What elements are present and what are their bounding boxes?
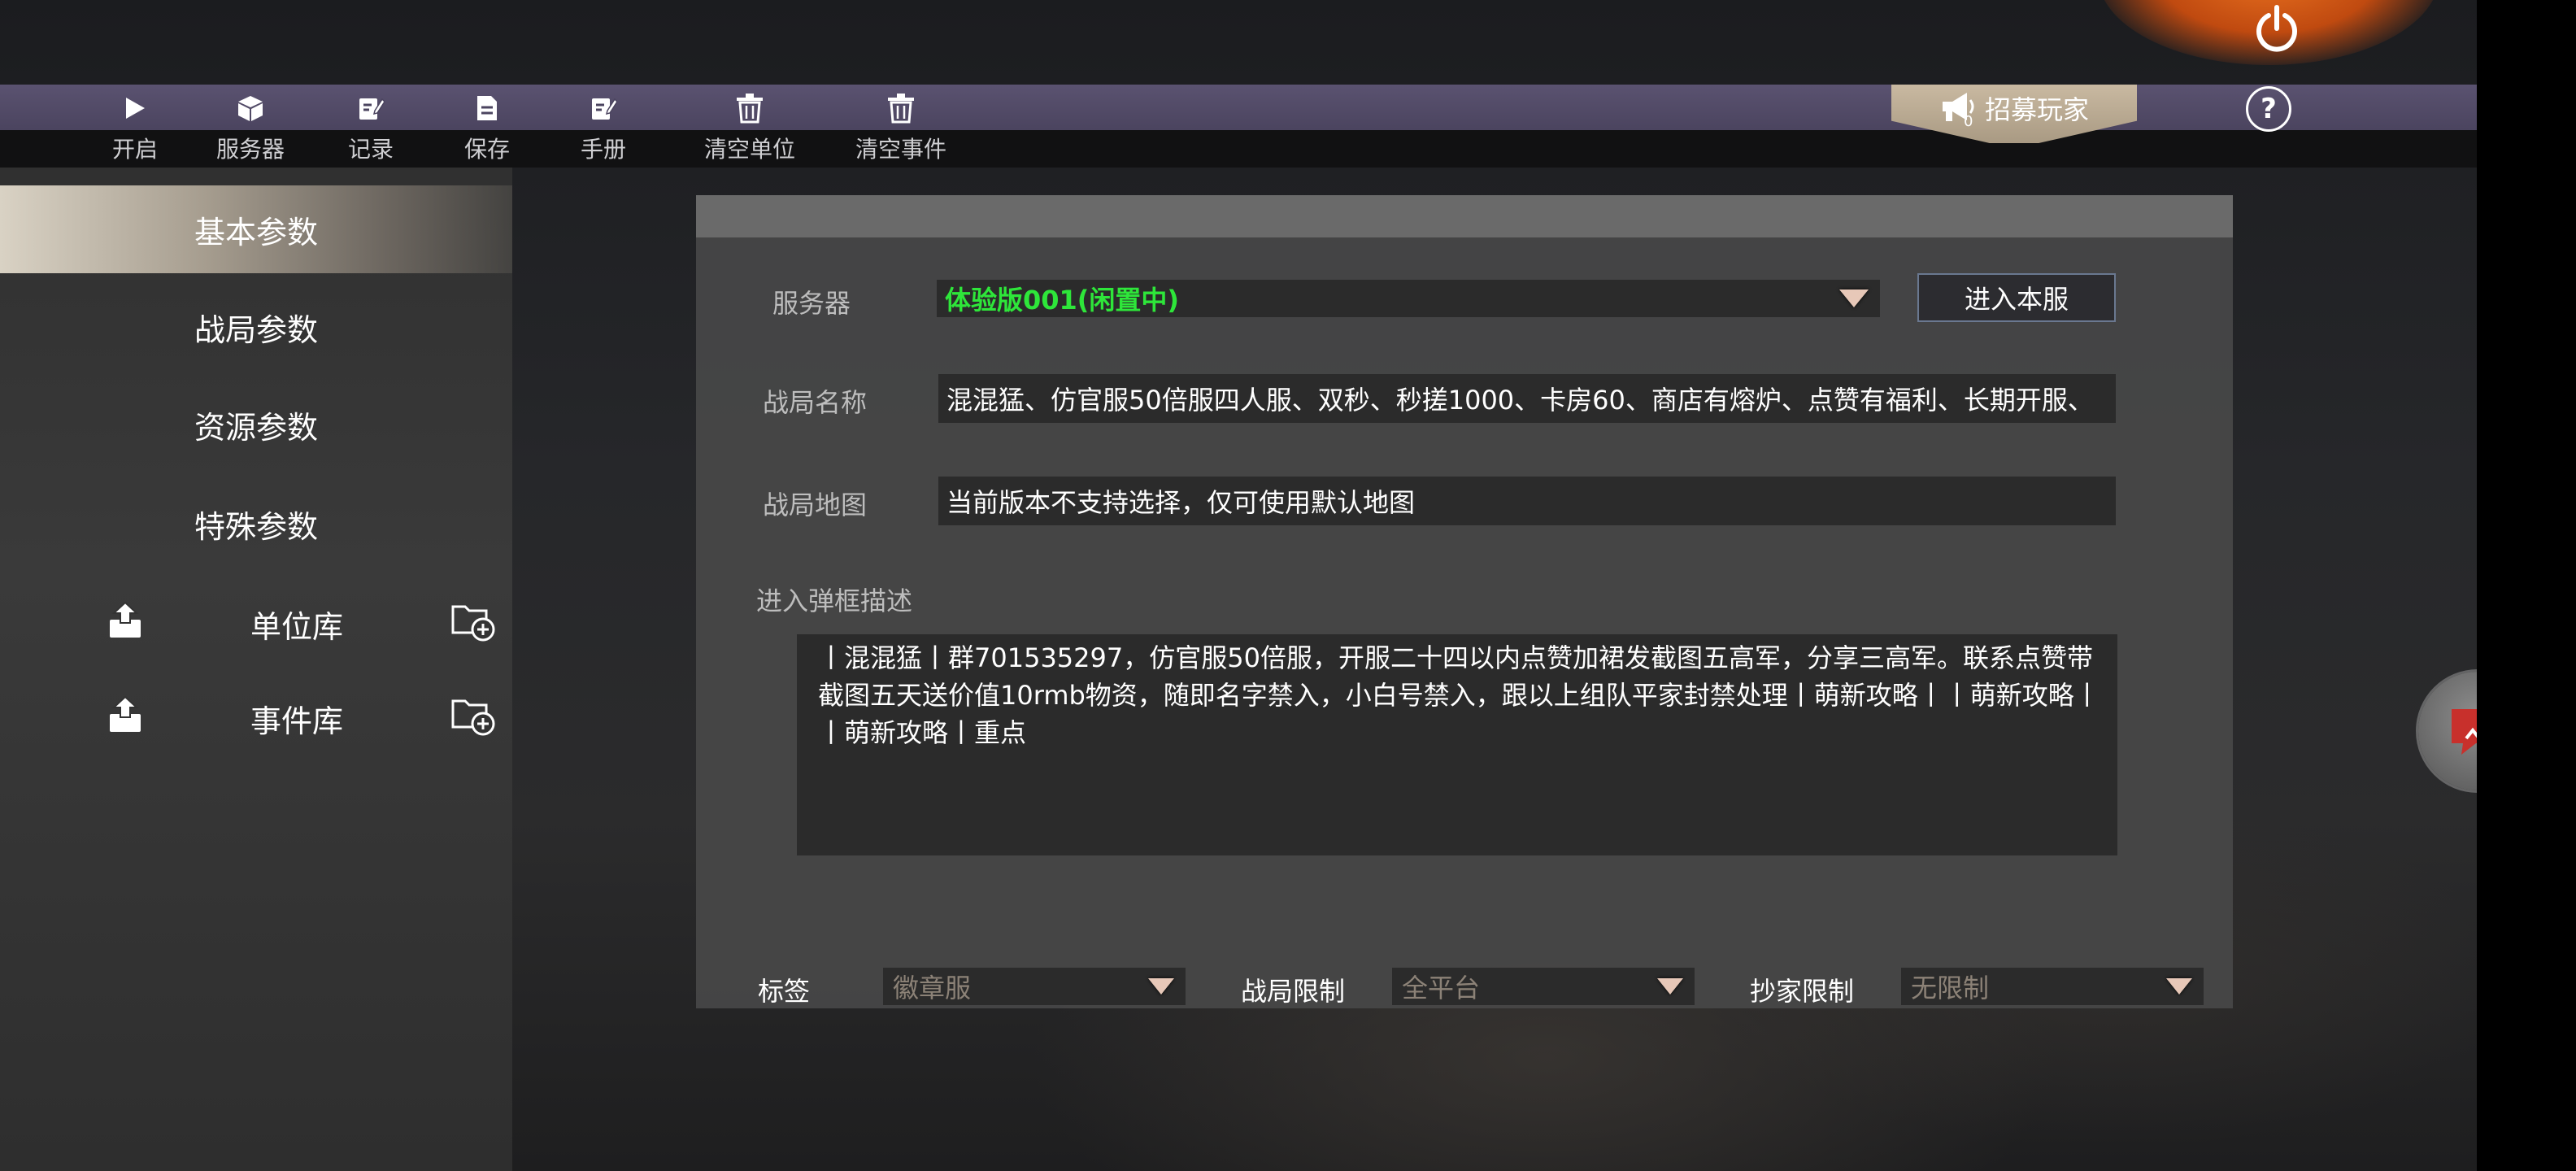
help-icon: ?: [2261, 93, 2277, 125]
popup-desc-label: 进入弹框描述: [756, 586, 913, 616]
chevron-down-icon: [2166, 978, 2192, 995]
popup-desc-textarea[interactable]: 丨混混猛丨群701535297，仿官服50倍服，开服二十四以内点赞加裙发截图五高…: [797, 634, 2117, 855]
game-screen: 开启 服务器 记录 保存 手册 清空单位 清空事件 0 招募玩家 ? 基本参数 …: [0, 0, 2576, 1171]
sidebar-item-label: 战局参数: [194, 311, 318, 348]
document-icon: [475, 89, 499, 127]
enter-server-label: 进入本服: [1964, 284, 2069, 315]
help-button[interactable]: ?: [2246, 86, 2291, 132]
battle-map-value: 当前版本不支持选择，仅可使用默认地图: [946, 487, 1416, 518]
edit-icon: [357, 89, 385, 127]
event-library-label[interactable]: 事件库: [0, 696, 594, 741]
edit-icon: [590, 89, 617, 127]
battle-name-label: 战局名称: [763, 387, 868, 418]
recruit-count-badge: 0: [1963, 113, 1973, 130]
trash-icon: [735, 89, 764, 127]
megaphone-icon: 0: [1939, 89, 1978, 130]
panel-header: [696, 195, 2233, 237]
tag-select-value: 徽章服: [893, 973, 972, 1003]
add-folder-icon[interactable]: [450, 600, 496, 646]
enter-server-button[interactable]: 进入本服: [1917, 273, 2116, 322]
unit-library-row: 单位库: [0, 579, 512, 660]
raid-limit-label: 抄家限制: [1750, 976, 1855, 1007]
battle-limit-select[interactable]: 全平台: [1392, 968, 1695, 1005]
sidebar-item-label: 特殊参数: [194, 508, 318, 545]
server-button[interactable]: 服务器: [216, 89, 285, 166]
server-select[interactable]: 体验版001(闲置中): [937, 280, 1880, 317]
sidebar-item-basic-params[interactable]: 基本参数: [0, 185, 512, 273]
recruit-players-label: 招募玩家: [1984, 94, 2089, 125]
server-label: 服务器: [216, 136, 285, 163]
manual-label: 手册: [581, 136, 627, 163]
power-button[interactable]: [2244, 0, 2309, 57]
clear-units-button[interactable]: 清空单位: [704, 89, 795, 166]
clear-events-button[interactable]: 清空事件: [855, 89, 946, 166]
chevron-down-icon: [1839, 289, 1869, 307]
screen-edge: [2477, 0, 2576, 1171]
battle-map-label: 战局地图: [763, 490, 868, 520]
sidebar-item-label: 资源参数: [194, 409, 318, 446]
manual-button[interactable]: 手册: [581, 89, 626, 166]
battle-limit-value: 全平台: [1402, 973, 1481, 1003]
sidebar-item-label: 基本参数: [194, 214, 318, 250]
play-icon: [123, 89, 147, 127]
server-field-label: 服务器: [772, 288, 851, 319]
start-label: 开启: [112, 136, 159, 163]
raid-limit-value: 无限制: [1911, 973, 1990, 1003]
save-label: 保存: [464, 136, 511, 163]
battle-limit-label: 战局限制: [1241, 976, 1346, 1007]
battle-map-field: 当前版本不支持选择，仅可使用默认地图: [938, 477, 2116, 525]
add-folder-icon[interactable]: [450, 694, 496, 740]
raid-limit-select[interactable]: 无限制: [1901, 968, 2204, 1005]
record-label: 记录: [348, 136, 394, 163]
server-select-value: 体验版001(闲置中): [945, 285, 1180, 316]
save-button[interactable]: 保存: [464, 89, 510, 166]
trash-icon: [886, 89, 916, 127]
sidebar-item-battle-params[interactable]: 战局参数: [0, 283, 512, 371]
record-button[interactable]: 记录: [348, 89, 394, 166]
power-icon: [2256, 5, 2297, 52]
clear-events-label: 清空事件: [855, 136, 947, 163]
popup-desc-value: 丨混混猛丨群701535297，仿官服50倍服，开服二十四以内点赞加裙发截图五高…: [818, 642, 2100, 748]
unit-library-label[interactable]: 单位库: [0, 602, 594, 646]
sidebar-item-special-params[interactable]: 特殊参数: [0, 480, 512, 568]
battle-name-value: 混混猛、仿官服50倍服四人服、双秒、秒搓1000、卡房60、商店有熔炉、点赞有福…: [946, 385, 2094, 416]
tag-select[interactable]: 徽章服: [883, 968, 1186, 1005]
sidebar-item-resource-params[interactable]: 资源参数: [0, 381, 512, 468]
chevron-down-icon: [1148, 978, 1174, 995]
cube-icon: [236, 89, 265, 127]
start-button[interactable]: 开启: [112, 89, 158, 166]
tag-label: 标签: [758, 976, 811, 1007]
chevron-down-icon: [1657, 978, 1683, 995]
event-library-row: 事件库: [0, 673, 512, 755]
clear-units-label: 清空单位: [704, 136, 796, 163]
battle-name-input[interactable]: 混混猛、仿官服50倍服四人服、双秒、秒搓1000、卡房60、商店有熔炉、点赞有福…: [938, 374, 2116, 423]
